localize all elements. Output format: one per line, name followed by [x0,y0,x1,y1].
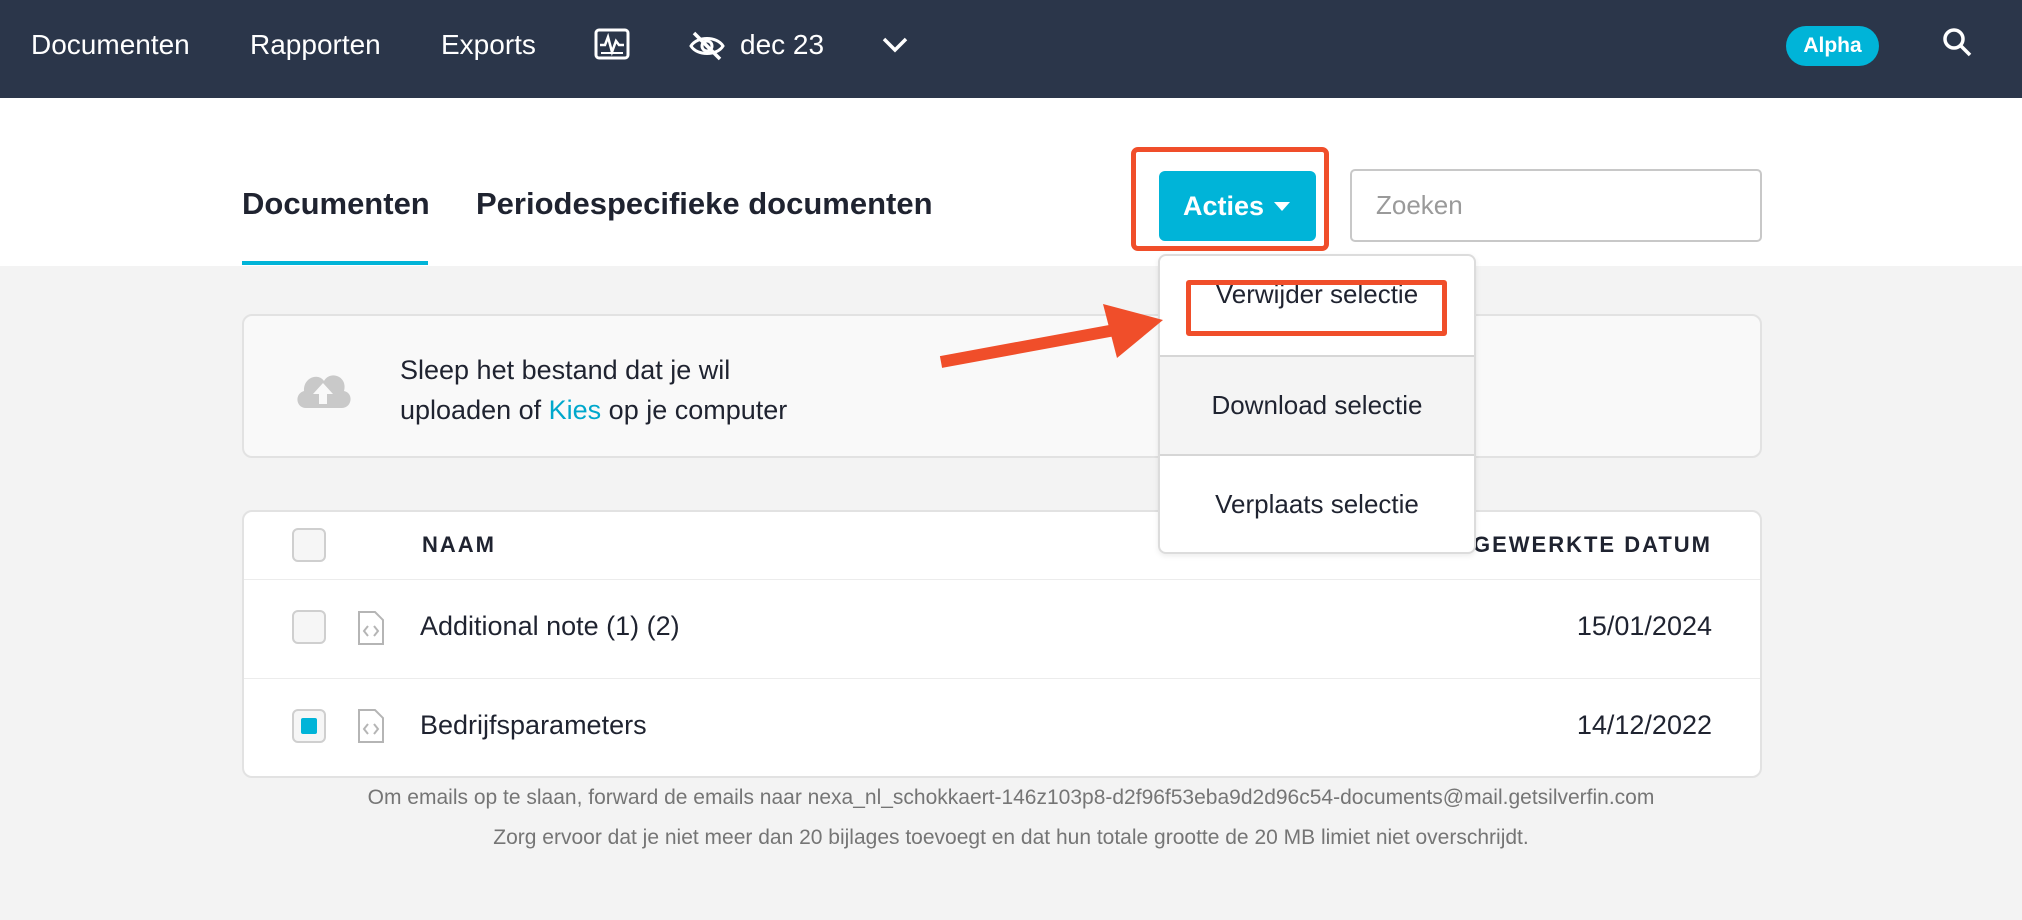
code-file-icon [356,708,386,744]
row-divider [244,678,1760,679]
row-checkbox[interactable] [292,610,326,644]
acties-button-label: Acties [1183,191,1265,221]
menu-item-verplaats-selectie[interactable]: Verplaats selectie [1160,456,1474,554]
nav-link-documenten[interactable]: Documenten [31,0,190,98]
search-icon[interactable] [1941,26,1973,63]
annotation-highlight-verwijder [1186,280,1447,336]
acties-button[interactable]: Acties [1159,171,1316,241]
row-document-name[interactable]: Bedrijfsparameters [420,710,647,741]
environment-badge: Alpha [1786,26,1879,66]
upload-text-prefix: uploaden of [400,395,549,425]
eye-slash-icon[interactable] [688,30,726,67]
active-tab-indicator [242,261,428,265]
monitor-chart-icon[interactable] [594,27,630,68]
menu-item-download-selectie[interactable]: Download selectie [1160,355,1474,456]
upload-text-line1: Sleep het bestand dat je wil [400,355,731,385]
upload-text-suffix: op je computer [601,395,788,425]
annotation-arrow [939,304,1163,368]
attachment-limit-note: Zorg ervoor dat je niet meer dan 20 bijl… [493,826,1529,849]
column-header-name[interactable]: NAAM [422,532,496,558]
caret-down-icon [1274,202,1290,211]
cloud-upload-icon [292,364,354,415]
upload-text-line2: uploaden of Kies op je computer [400,390,787,430]
row-document-date: 15/01/2024 [1576,611,1712,641]
nav-link-rapporten[interactable]: Rapporten [250,0,381,98]
top-navbar: Documenten Rapporten Exports dec 23 Alph… [0,0,2022,98]
code-file-icon [356,610,386,646]
nav-link-exports[interactable]: Exports [441,0,536,98]
row-document-date: 14/12/2022 [1576,710,1712,740]
period-selector[interactable]: dec 23 [740,0,824,98]
search-input[interactable] [1350,169,1762,242]
row-divider [244,579,1760,580]
email-forward-note: Om emails op te slaan, forward de emails… [367,786,1655,809]
chevron-down-icon[interactable] [880,34,910,61]
row-checkbox[interactable] [292,709,326,743]
tab-periodespecifieke-documenten[interactable]: Periodespecifieke documenten [476,186,933,222]
select-all-checkbox[interactable] [292,528,326,562]
tab-documenten[interactable]: Documenten [242,186,430,222]
row-document-name[interactable]: Additional note (1) (2) [420,611,680,642]
upload-instructions: Sleep het bestand dat je wil uploaden of… [400,350,787,430]
choose-file-link[interactable]: Kies [549,395,602,425]
